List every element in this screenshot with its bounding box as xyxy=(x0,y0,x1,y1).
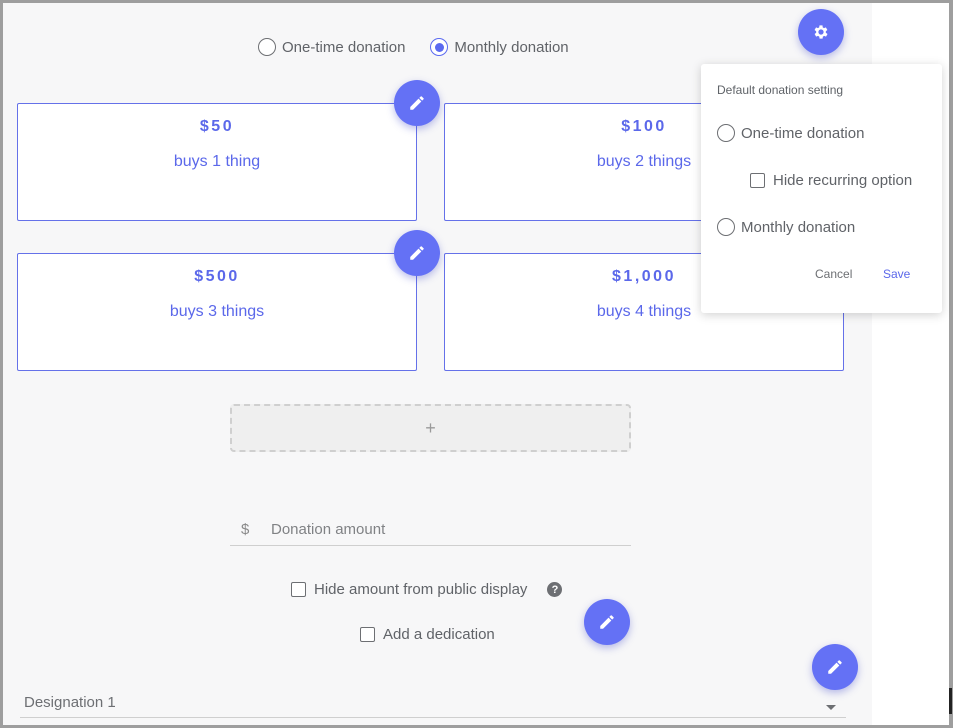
default-one-time-label: One-time donation xyxy=(741,124,865,142)
cancel-button[interactable]: Cancel xyxy=(815,267,852,281)
edit-card-button[interactable] xyxy=(394,230,440,276)
pencil-icon xyxy=(410,96,424,110)
designation-value: Designation 1 xyxy=(24,694,116,711)
frequency-selector: One-time donation Monthly donation xyxy=(258,36,569,58)
pencil-icon xyxy=(410,246,424,260)
add-donation-level-button[interactable]: + xyxy=(230,404,631,452)
monthly-label: Monthly donation xyxy=(454,38,569,56)
donation-amount-field: $ xyxy=(230,514,631,546)
add-dedication-checkbox[interactable] xyxy=(360,627,375,642)
monthly-donation-option[interactable]: Monthly donation xyxy=(430,38,569,56)
edit-options-button[interactable] xyxy=(584,599,630,645)
one-time-label: One-time donation xyxy=(282,38,406,56)
plus-icon: + xyxy=(425,417,436,438)
save-button[interactable]: Save xyxy=(883,267,910,281)
hide-recurring-checkbox[interactable] xyxy=(750,173,765,188)
designation-select[interactable]: Designation 1 xyxy=(20,688,846,718)
caret-down-icon xyxy=(826,705,836,710)
card-amount: $50 xyxy=(199,118,235,135)
gear-icon xyxy=(814,25,828,39)
default-monthly-radio[interactable] xyxy=(717,218,735,236)
pencil-icon xyxy=(600,615,614,629)
default-one-time-radio[interactable] xyxy=(717,124,735,142)
card-description: buys 3 things xyxy=(169,303,265,320)
default-one-time-option[interactable]: One-time donation xyxy=(717,124,864,142)
monthly-radio[interactable] xyxy=(430,38,449,56)
question-circle-icon[interactable]: ? xyxy=(547,582,563,597)
hide-amount-option[interactable]: Hide amount from public display ? xyxy=(291,581,563,598)
settings-button[interactable] xyxy=(798,9,844,55)
donation-level-card[interactable]: $500 buys 3 things xyxy=(17,253,417,371)
add-dedication-option[interactable]: Add a dedication xyxy=(360,626,495,643)
hide-amount-label: Hide amount from public display xyxy=(314,581,528,598)
donation-level-card[interactable]: $50 buys 1 thing xyxy=(17,103,417,221)
hide-recurring-label: Hide recurring option xyxy=(773,172,913,189)
one-time-radio[interactable] xyxy=(258,38,276,56)
add-dedication-label: Add a dedication xyxy=(383,626,495,643)
donation-amount-input[interactable] xyxy=(271,521,611,538)
edge-divider xyxy=(949,688,952,714)
currency-prefix: $ xyxy=(241,521,250,538)
one-time-donation-option[interactable]: One-time donation xyxy=(258,38,405,56)
default-monthly-label: Monthly donation xyxy=(741,218,856,236)
default-monthly-option[interactable]: Monthly donation xyxy=(717,218,855,236)
edit-card-button[interactable] xyxy=(394,80,440,126)
pencil-icon xyxy=(828,660,842,674)
edit-designation-button[interactable] xyxy=(812,644,858,690)
popover-title: Default donation setting xyxy=(717,83,844,97)
card-amount: $500 xyxy=(194,268,240,285)
default-donation-setting-popover: Default donation setting One-time donati… xyxy=(701,64,942,313)
hide-amount-checkbox[interactable] xyxy=(291,582,306,597)
hide-recurring-option[interactable]: Hide recurring option xyxy=(750,172,912,189)
card-description: buys 1 thing xyxy=(173,153,261,170)
